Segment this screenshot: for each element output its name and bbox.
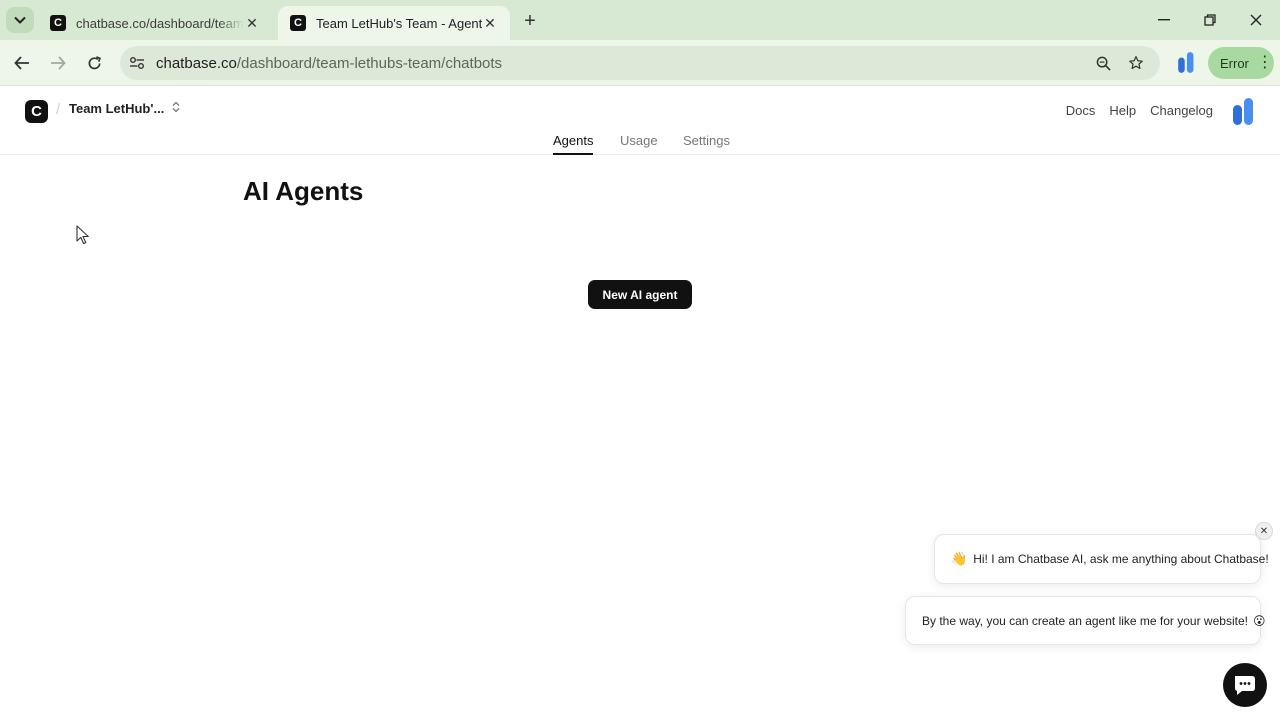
user-avatar[interactable] [1230,97,1260,127]
tab-title: chatbase.co/dashboard/team-lethubs-team/… [76,15,244,31]
surprised-face-emoji: 😮 [1252,613,1266,628]
close-window-icon[interactable] [1233,6,1279,34]
tab-agents[interactable]: Agents [553,133,594,155]
zoom-magnifier-icon[interactable] [1092,52,1114,74]
tab-settings[interactable]: Settings [683,133,730,155]
browser-tab-inactive[interactable]: C chatbase.co/dashboard/team-lethubs-tea… [38,6,272,40]
chevron-down-icon [14,16,26,24]
address-bar[interactable]: chatbase.co/dashboard/team-lethubs-team/… [120,46,1160,80]
dashboard-tabs: Agents Usage Settings [0,127,1280,155]
team-switcher[interactable]: Team LetHub'... [69,101,180,116]
team-name: Team LetHub'... [69,101,165,116]
tab-title: Team LetHub's Team - Agents [316,15,482,31]
close-tab-icon[interactable]: ✕ [244,15,260,31]
chat-promo-bubble[interactable]: By the way, you can create an agent like… [905,596,1265,645]
chat-greeting-text: Hi! I am Chatbase AI, ask me anything ab… [973,552,1269,566]
chatbase-logo[interactable]: C [25,100,48,123]
site-settings-icon[interactable] [120,46,154,80]
back-arrow-icon[interactable] [8,49,36,77]
tab-usage[interactable]: Usage [620,133,658,155]
browser-tab-active[interactable]: C Team LetHub's Team - Agents ✕ [278,6,510,40]
bookmark-star-icon[interactable] [1125,52,1147,74]
url-host: chatbase.co [156,54,237,72]
forward-arrow-icon[interactable] [44,49,72,77]
close-tab-icon[interactable]: ✕ [482,15,498,31]
minimize-window-icon[interactable] [1141,6,1187,34]
chevron-up-down-icon [172,101,180,116]
url-text: chatbase.co/dashboard/team-lethubs-team/… [156,55,502,72]
browser-tab-strip: C chatbase.co/dashboard/team-lethubs-tea… [0,0,1280,40]
profile-status-label: Error [1220,55,1249,71]
tab-search-button[interactable] [6,7,34,33]
new-tab-plus-icon[interactable]: + [518,9,542,33]
mouse-cursor-icon [76,225,89,245]
changelog-link[interactable]: Changelog [1150,103,1213,118]
chat-bubble-icon [1235,676,1255,695]
header-links: Docs Help Changelog [1066,103,1213,118]
browser-toolbar: chatbase.co/dashboard/team-lethubs-team/… [0,40,1280,86]
chat-launcher-button[interactable] [1223,663,1267,707]
extension-bars-icon[interactable] [1175,51,1201,75]
chatbase-favicon-icon: C [290,15,306,31]
help-link[interactable]: Help [1109,103,1136,118]
chat-promo-text: By the way, you can create an agent like… [922,613,1248,628]
docs-link[interactable]: Docs [1066,103,1096,118]
restore-window-icon[interactable] [1187,6,1233,34]
chatbase-favicon-icon: C [50,15,66,31]
url-path: /dashboard/team-lethubs-team/chatbots [236,54,503,72]
profile-error-button[interactable]: Error ⋮ [1208,47,1274,79]
chat-greeting-bubble[interactable]: 👋 Hi! I am Chatbase AI, ask me anything … [934,534,1269,584]
reload-icon[interactable] [80,49,108,77]
more-vertical-icon: ⋮ [1256,54,1273,71]
waving-hand-emoji: 👋 [951,551,968,566]
new-ai-agent-button[interactable]: New AI agent [588,280,692,309]
page-title: AI Agents [243,176,364,206]
breadcrumb-separator: / [56,101,61,118]
